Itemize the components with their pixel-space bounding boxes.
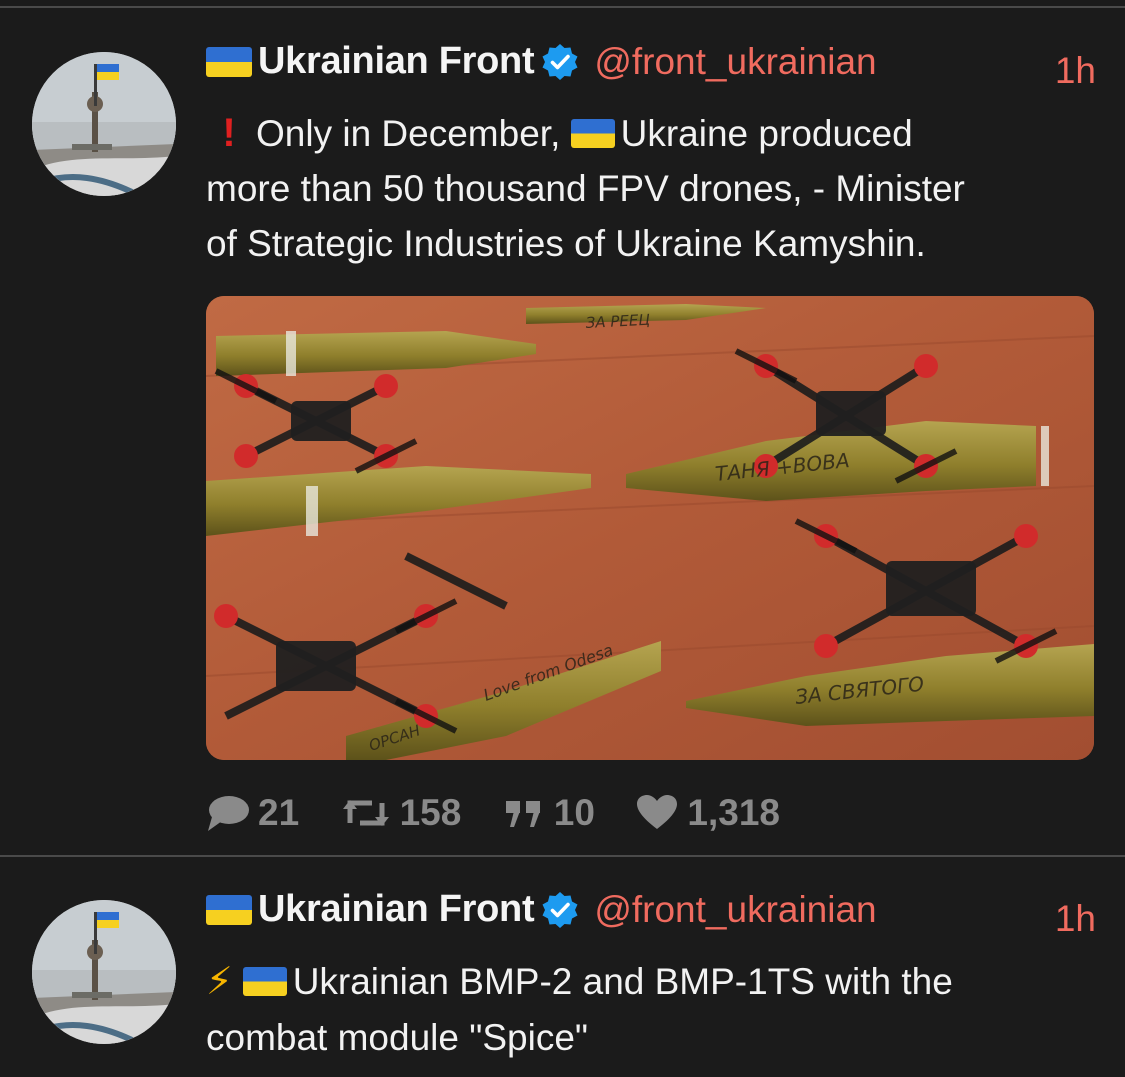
avatar[interactable] (32, 52, 176, 196)
tweet-text-line: more than 50 thousand FPV drones, - Mini… (206, 168, 965, 209)
verified-badge-icon (542, 891, 578, 928)
author-name[interactable]: Ukrainian Front (258, 888, 535, 931)
tweet-timestamp[interactable]: 1h (1055, 50, 1096, 92)
like-button[interactable]: 1,318 (635, 792, 780, 834)
flag-ukraine-icon (206, 894, 252, 925)
verified-badge-icon (542, 43, 578, 80)
retweet-icon (342, 800, 389, 826)
reply-button[interactable]: 21 (206, 792, 299, 834)
avatar[interactable] (32, 900, 176, 1044)
flag-ukraine-icon (242, 967, 287, 996)
tweet-text: ! Only in December, Ukraine produced more… (206, 106, 1096, 271)
tweet-header: Ukrainian Front @front_ukrainian 1h (206, 888, 1096, 952)
retweet-button[interactable]: 158 (340, 792, 462, 834)
tweet-text-line: combat module "Spice" (206, 1017, 589, 1058)
tweet-actions: 21 158 10 1,318 (206, 792, 1096, 840)
tweet-text: ⚡ Ukrainian BMP-2 and BMP-1TS with the co… (206, 954, 1096, 1065)
quote-icon (505, 801, 540, 827)
tweet-divider (0, 855, 1125, 857)
tweet-text-line: Ukrainian BMP-2 and BMP-1TS with the (292, 961, 953, 1002)
flag-ukraine-icon (570, 119, 615, 148)
quote-button[interactable]: 10 (502, 792, 595, 834)
lightning-icon: ⚡ (206, 961, 233, 1003)
tweet-timestamp[interactable]: 1h (1055, 898, 1096, 940)
flag-ukraine-icon (206, 46, 252, 77)
reply-icon (208, 796, 249, 831)
tweet-text-line: of Strategic Industries of Ukraine Kamys… (206, 223, 926, 264)
author-handle[interactable]: @front_ukrainian (594, 889, 876, 931)
quote-count: 10 (553, 792, 595, 833)
tweet-media-image[interactable]: ТАНЯ +ВОВА ЗА СВЯТОГО Love from Odesa ОР… (206, 296, 1094, 760)
tweet-content: Ukrainian Front @front_ukrainian 1h ! Onl… (206, 40, 1096, 840)
tweet[interactable]: Ukrainian Front @front_ukrainian 1h ! Onl… (0, 40, 1125, 840)
author-handle[interactable]: @front_ukrainian (594, 41, 876, 83)
author-name[interactable]: Ukrainian Front (258, 40, 535, 83)
tweet-header: Ukrainian Front @front_ukrainian 1h (206, 40, 1096, 104)
exclamation-icon: ! (222, 111, 236, 155)
like-icon (637, 795, 678, 829)
like-count: 1,318 (687, 792, 780, 833)
media-inscription: ЗА РЕЕЦ (585, 311, 650, 332)
tweet-content: Ukrainian Front @front_ukrainian 1h ⚡ Ukr… (206, 888, 1096, 1065)
tweet[interactable]: Ukrainian Front @front_ukrainian 1h ⚡ Ukr… (0, 888, 1125, 1077)
retweet-count: 158 (399, 792, 462, 833)
reply-count: 21 (258, 792, 300, 833)
tweet-text-line: Ukraine produced (620, 113, 913, 154)
top-divider (0, 6, 1125, 8)
tweet-text-line: Only in December, (256, 113, 561, 154)
